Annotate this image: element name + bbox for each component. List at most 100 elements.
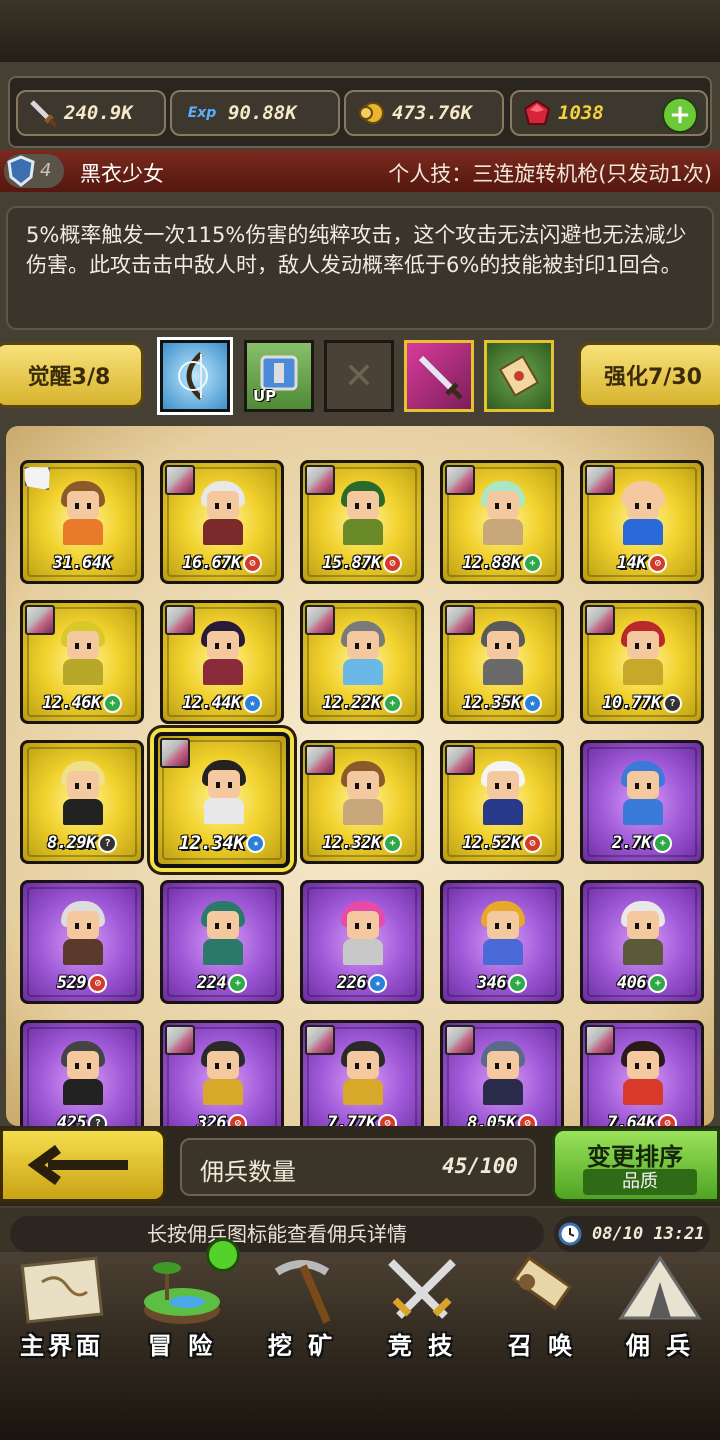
sort-mode: 品质 bbox=[583, 1169, 697, 1195]
power-value: 406 bbox=[616, 973, 647, 993]
back-button[interactable] bbox=[0, 1128, 166, 1202]
tent-icon bbox=[612, 1252, 708, 1332]
mercenary-card[interactable]: 425? bbox=[20, 1020, 144, 1126]
element-badge-icon: + bbox=[382, 693, 402, 713]
mercenary-card[interactable]: 12.35K ★ bbox=[440, 600, 564, 724]
gold-resource: 473.76K bbox=[344, 90, 504, 136]
nav-adventure[interactable]: 冒 险 bbox=[122, 1238, 242, 1372]
mercenary-card[interactable]: 12.88K + bbox=[440, 460, 564, 584]
power-value: 529 bbox=[56, 973, 87, 993]
mercenary-power: 406 + bbox=[583, 973, 701, 993]
mercenary-card[interactable]: 12.34K ★ bbox=[154, 732, 290, 868]
mercenary-card[interactable]: 12.22K + bbox=[300, 600, 424, 724]
nav-summon-label: 召 唤 bbox=[507, 1332, 577, 1360]
power-value: 346 bbox=[476, 973, 507, 993]
power-value: 12.35K bbox=[462, 693, 521, 713]
power-value: 31.64K bbox=[52, 553, 112, 573]
weapon-equipped-icon bbox=[25, 605, 55, 635]
exp-value: 90.88K bbox=[228, 102, 297, 124]
mercenary-card[interactable]: 2.7K + bbox=[580, 740, 704, 864]
nav-main[interactable]: 主界面 bbox=[2, 1252, 122, 1372]
mercenary-card[interactable]: 31.64K bbox=[20, 460, 144, 584]
weapon-equipped-icon bbox=[445, 1025, 475, 1055]
pickaxe-icon bbox=[254, 1252, 350, 1332]
mercenary-card[interactable]: 12.32K + bbox=[300, 740, 424, 864]
power-value: 425 bbox=[56, 1113, 87, 1126]
clock-icon bbox=[558, 1222, 582, 1246]
hero-portrait bbox=[335, 481, 391, 545]
mercenary-card[interactable]: 529 ⊘ bbox=[20, 880, 144, 1004]
mercenary-card[interactable]: 12.52K ⊘ bbox=[440, 740, 564, 864]
gem-value: 1038 bbox=[558, 102, 604, 124]
mercenary-card[interactable]: 224 + bbox=[160, 880, 284, 1004]
mercenary-power: 2.7K + bbox=[583, 833, 701, 853]
weapon-equipped-icon bbox=[305, 745, 335, 775]
mercenary-card[interactable]: 226 ★ bbox=[300, 880, 424, 1004]
clock-panel: 08/10 13:21 bbox=[554, 1216, 710, 1252]
hero-portrait bbox=[55, 481, 111, 545]
sort-button[interactable]: 变更排序 品质 bbox=[552, 1128, 720, 1202]
weapon-equipped-icon bbox=[165, 605, 195, 635]
hero-portrait bbox=[475, 761, 531, 825]
enhance-button[interactable]: 强化7/30 bbox=[578, 342, 720, 408]
mercenary-power: 8.05K ⊘ bbox=[443, 1113, 561, 1126]
exp-resource: Exp 90.88K bbox=[170, 90, 340, 136]
power-value: 12.34K bbox=[178, 832, 245, 854]
mercenary-power: 12.52K ⊘ bbox=[443, 833, 561, 853]
hero-portrait bbox=[475, 901, 531, 965]
nav-mining[interactable]: 挖 矿 bbox=[242, 1252, 362, 1372]
add-gems-button[interactable]: + bbox=[662, 97, 698, 133]
mercenary-power: 15.87K ⊘ bbox=[303, 553, 421, 573]
weapon-equipped-icon bbox=[165, 465, 195, 495]
attack-resource: 240.9K bbox=[16, 90, 166, 136]
hero-portrait bbox=[55, 1041, 111, 1105]
power-value: 12.46K bbox=[42, 693, 101, 713]
tab-upgrade[interactable]: UP bbox=[244, 340, 314, 412]
mercenary-power: 7.77K ⊘ bbox=[303, 1113, 421, 1126]
mercenary-card[interactable]: 15.87K ⊘ bbox=[300, 460, 424, 584]
power-value: 14K bbox=[616, 553, 647, 573]
mercenary-card[interactable]: 16.67K ⊘ bbox=[160, 460, 284, 584]
mercenary-card[interactable]: 12.46K + bbox=[20, 600, 144, 724]
nav-arena[interactable]: 竞 技 bbox=[362, 1252, 482, 1372]
mercenary-power: 425? bbox=[23, 1113, 141, 1126]
skill-description: 5%概率触发一次115%伤害的纯粹攻击，这个攻击无法闪避也无法减少伤害。此攻击击… bbox=[26, 223, 687, 277]
nav-mercenary[interactable]: 佣 兵 bbox=[600, 1252, 720, 1372]
mercenary-power: 12.32K + bbox=[303, 833, 421, 853]
mercenary-card[interactable]: 7.77K ⊘ bbox=[300, 1020, 424, 1126]
mercenary-card[interactable]: 326 ⊘ bbox=[160, 1020, 284, 1126]
tab-awakening-equipment[interactable] bbox=[160, 340, 230, 412]
mercenary-card[interactable]: 346 + bbox=[440, 880, 564, 1004]
hero-portrait bbox=[195, 621, 251, 685]
mercenary-power: 226 ★ bbox=[303, 973, 421, 993]
tab-weapon[interactable] bbox=[404, 340, 474, 412]
bow-icon bbox=[178, 352, 208, 400]
mercenary-power: 12.46K + bbox=[23, 693, 141, 713]
sort-label: 变更排序 bbox=[587, 1143, 683, 1171]
mercenary-card[interactable]: 8.29K? bbox=[20, 740, 144, 864]
nav-summon[interactable]: 召 唤 bbox=[482, 1252, 602, 1372]
power-value: 12.88K bbox=[462, 553, 521, 573]
tab-scroll[interactable] bbox=[484, 340, 554, 412]
nav-adventure-label: 冒 险 bbox=[147, 1332, 217, 1360]
nav-arena-label: 竞 技 bbox=[387, 1332, 457, 1360]
mercenary-power: 346 + bbox=[443, 973, 561, 993]
awaken-button[interactable]: 觉醒3/8 bbox=[0, 342, 144, 408]
mercenary-card[interactable]: 406 + bbox=[580, 880, 704, 1004]
mercenary-count-value: 45/100 bbox=[442, 1154, 518, 1178]
mercenary-card[interactable]: 14K ⊘ bbox=[580, 460, 704, 584]
mercenary-card[interactable]: 8.05K ⊘ bbox=[440, 1020, 564, 1126]
tip-text: 长按佣兵图标能查看佣兵详情 bbox=[10, 1216, 544, 1252]
weapon-equipped-icon bbox=[445, 605, 475, 635]
power-value: 7.77K bbox=[327, 1113, 376, 1126]
mercenary-card[interactable]: 10.77K? bbox=[580, 600, 704, 724]
element-badge-icon: ? bbox=[97, 833, 117, 853]
mercenary-card[interactable]: 7.64K ⊘ bbox=[580, 1020, 704, 1126]
hero-portrait bbox=[335, 621, 391, 685]
element-badge-icon: ⊘ bbox=[517, 1113, 537, 1126]
mercenary-card[interactable]: 12.44K ★ bbox=[160, 600, 284, 724]
mercenary-power: 8.29K? bbox=[23, 833, 141, 853]
tab-empty-slot[interactable]: ✕ bbox=[324, 340, 394, 412]
hero-portrait bbox=[195, 1041, 251, 1105]
hero-portrait bbox=[335, 901, 391, 965]
